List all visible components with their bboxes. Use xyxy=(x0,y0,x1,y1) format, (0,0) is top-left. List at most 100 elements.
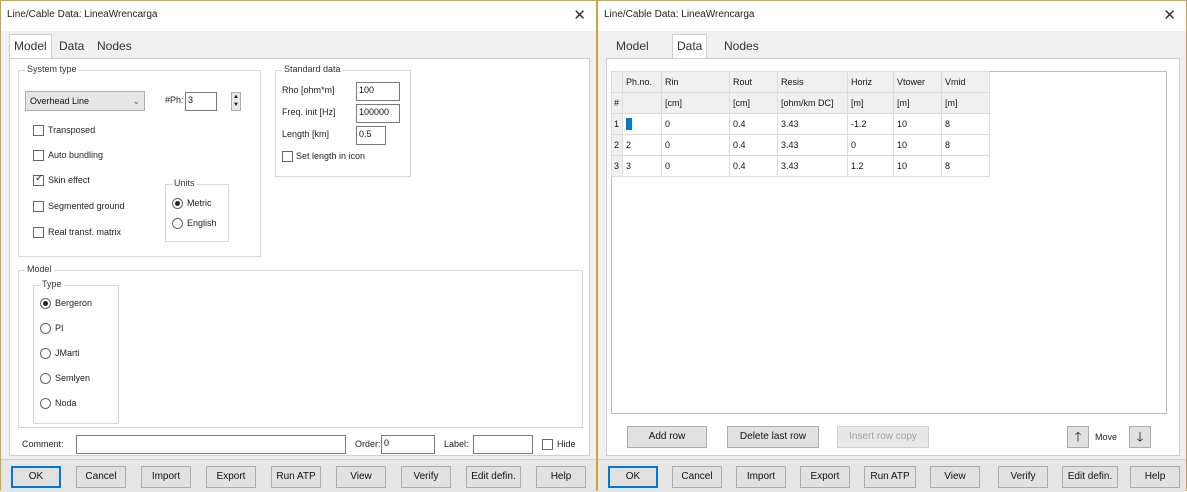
edit-definition-button[interactable]: Edit defin. xyxy=(466,466,521,488)
table-cell[interactable]: 1.2 xyxy=(847,155,894,177)
table-cell[interactable]: 0 xyxy=(661,134,730,156)
nph-input[interactable]: 3 xyxy=(185,92,217,111)
real-transf-matrix-checkbox[interactable] xyxy=(33,227,44,238)
table-cell[interactable]: 3 xyxy=(622,155,662,177)
cancel-button[interactable]: Cancel xyxy=(672,466,722,488)
delete-last-row-button[interactable]: Delete last row xyxy=(727,426,819,448)
set-length-in-icon-checkbox[interactable] xyxy=(282,151,293,162)
help-button[interactable]: Help xyxy=(1130,466,1180,488)
label-input[interactable] xyxy=(473,435,533,454)
segmented-ground-label: Segmented ground xyxy=(48,201,125,211)
verify-button[interactable]: Verify xyxy=(401,466,451,488)
hide-label: Hide xyxy=(557,439,576,449)
segmented-ground-checkbox[interactable] xyxy=(33,201,44,212)
tab-data[interactable]: Data xyxy=(55,35,88,57)
tab-model[interactable]: Model xyxy=(612,35,653,57)
type-bergeron-label: Bergeron xyxy=(55,298,93,308)
row-number: 1 xyxy=(611,113,623,135)
view-button[interactable]: View xyxy=(930,466,980,488)
system-type-value: Overhead Line xyxy=(30,96,90,106)
move-up-button[interactable]: 🡑 xyxy=(1067,426,1089,448)
table-cell[interactable]: 0.4 xyxy=(729,155,778,177)
add-row-button[interactable]: Add row xyxy=(627,426,707,448)
tab-model[interactable]: Model xyxy=(9,34,52,58)
run-atp-button[interactable]: Run ATP xyxy=(864,466,916,488)
data-grid[interactable]: Ph.no. Rin Rout Resis Horiz Vtower Vmid … xyxy=(611,71,1167,414)
units-label: Units xyxy=(172,178,197,188)
type-jmarti-radio[interactable] xyxy=(40,348,51,359)
order-input[interactable]: 0 xyxy=(381,435,435,454)
close-icon[interactable]: ✕ xyxy=(1163,6,1176,24)
close-icon[interactable]: ✕ xyxy=(573,6,586,24)
view-button[interactable]: View xyxy=(336,466,386,488)
insert-row-copy-button[interactable]: Insert row copy xyxy=(837,426,929,448)
table-row: 1 1 0 0.4 3.43 -1.2 10 8 xyxy=(611,113,990,135)
export-button[interactable]: Export xyxy=(800,466,850,488)
freq-input[interactable]: 100000 xyxy=(356,104,400,123)
type-bergeron-radio[interactable] xyxy=(40,298,51,309)
auto-bundling-checkbox[interactable] xyxy=(33,150,44,161)
cancel-button[interactable]: Cancel xyxy=(76,466,126,488)
transposed-checkbox[interactable] xyxy=(33,125,44,136)
bottom-button-bar: OK Cancel Import Export Run ATP View Ver… xyxy=(1,459,596,492)
table-cell[interactable]: -1.2 xyxy=(847,113,894,135)
import-button[interactable]: Import xyxy=(141,466,191,488)
type-jmarti-label: JMarti xyxy=(55,348,80,358)
line-cable-dialog-model: Line/Cable Data: LineaWrencarga ✕ Model … xyxy=(0,0,597,492)
ok-button[interactable]: OK xyxy=(608,466,658,488)
col-header: Ph.no. xyxy=(622,71,662,93)
table-cell[interactable]: 0 xyxy=(661,155,730,177)
type-pi-radio[interactable] xyxy=(40,323,51,334)
table-cell[interactable]: 10 xyxy=(893,155,942,177)
chevron-down-icon: ⌄ xyxy=(132,96,140,106)
run-atp-button[interactable]: Run ATP xyxy=(271,466,321,488)
unit-cell: [m] xyxy=(941,92,990,114)
rho-input[interactable]: 100 xyxy=(356,82,400,101)
units-metric-radio[interactable] xyxy=(172,198,183,209)
table-cell[interactable]: 10 xyxy=(893,134,942,156)
type-semlyen-radio[interactable] xyxy=(40,373,51,384)
unit-cell: [m] xyxy=(893,92,942,114)
nph-spinner[interactable]: ▲ ▼ xyxy=(231,92,241,111)
table-cell[interactable]: 8 xyxy=(941,113,990,135)
help-button[interactable]: Help xyxy=(536,466,586,488)
table-cell[interactable]: 0 xyxy=(847,134,894,156)
units-group: Units Metric English xyxy=(165,178,229,242)
tab-data[interactable]: Data xyxy=(672,34,708,58)
table-cell[interactable]: 0.4 xyxy=(729,113,778,135)
system-type-select[interactable]: Overhead Line ⌄ xyxy=(25,91,145,111)
length-input[interactable]: 0.5 xyxy=(356,126,386,145)
export-button[interactable]: Export xyxy=(206,466,256,488)
import-button[interactable]: Import xyxy=(736,466,786,488)
col-header: Rout xyxy=(729,71,778,93)
table-cell[interactable]: 3.43 xyxy=(777,113,848,135)
move-down-button[interactable]: 🡓 xyxy=(1129,426,1151,448)
table-cell[interactable]: 0 xyxy=(661,113,730,135)
ok-button[interactable]: OK xyxy=(11,466,61,488)
table-cell-selected[interactable]: 1 xyxy=(622,113,662,135)
table-cell[interactable]: 0.4 xyxy=(729,134,778,156)
window-title: Line/Cable Data: LineaWrencarga xyxy=(604,9,755,20)
tab-nodes[interactable]: Nodes xyxy=(720,35,763,57)
col-header: Vtower xyxy=(893,71,942,93)
cell-cursor xyxy=(626,118,632,130)
standard-data-group: Standard data Rho [ohm*m] 100 Freq. init… xyxy=(275,64,411,177)
table-cell[interactable]: 10 xyxy=(893,113,942,135)
type-noda-radio[interactable] xyxy=(40,398,51,409)
hide-checkbox[interactable] xyxy=(542,439,553,450)
tab-nodes[interactable]: Nodes xyxy=(93,35,136,57)
table-cell[interactable]: 8 xyxy=(941,134,990,156)
skin-effect-checkbox[interactable] xyxy=(33,173,44,186)
window-title: Line/Cable Data: LineaWrencarga xyxy=(7,9,158,20)
arrow-down-icon: 🡓 xyxy=(1136,429,1144,444)
table-cell[interactable]: 3.43 xyxy=(777,155,848,177)
table-cell[interactable]: 2 xyxy=(622,134,662,156)
table-cell[interactable]: 3.43 xyxy=(777,134,848,156)
table-cell[interactable]: 8 xyxy=(941,155,990,177)
row-number-header: # xyxy=(611,92,623,114)
line-cable-dialog-data: Line/Cable Data: LineaWrencarga ✕ Model … xyxy=(597,0,1187,492)
verify-button[interactable]: Verify xyxy=(998,466,1048,488)
edit-definition-button[interactable]: Edit defin. xyxy=(1062,466,1118,488)
comment-input[interactable] xyxy=(76,435,346,454)
units-english-radio[interactable] xyxy=(172,218,183,229)
